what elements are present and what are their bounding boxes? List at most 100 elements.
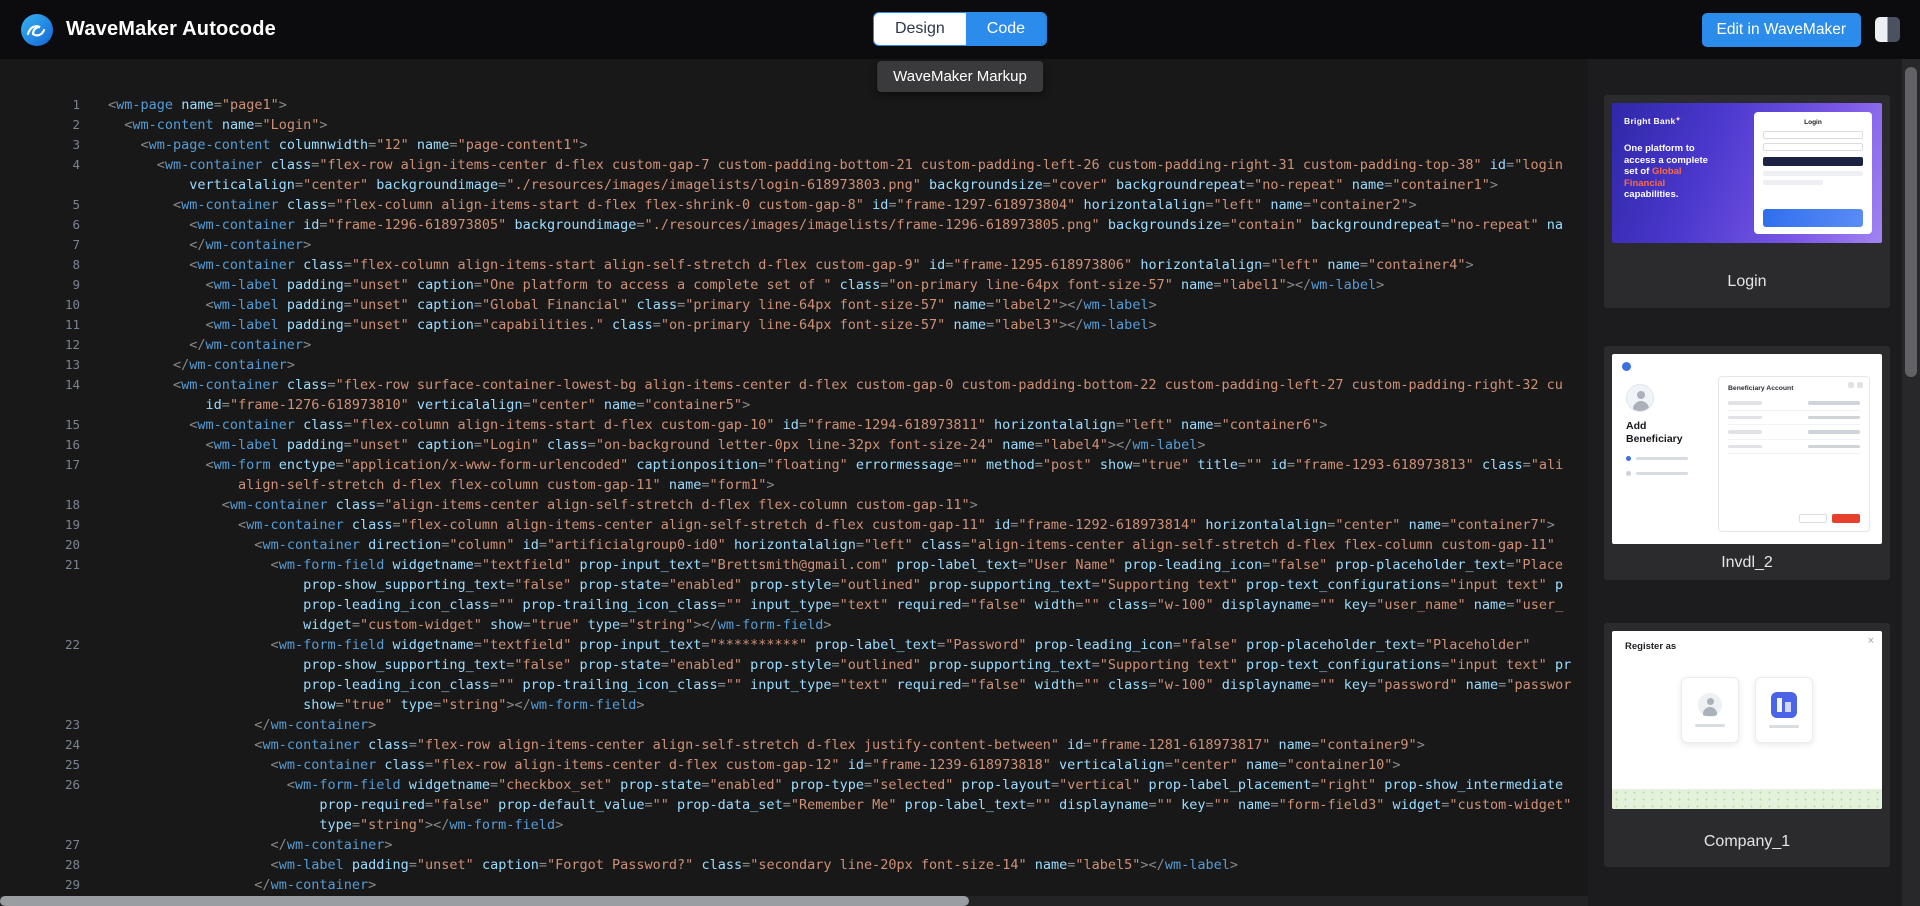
code-line[interactable]: 27</wm-container> [0, 835, 1588, 855]
horizontal-scrollbar[interactable] [0, 896, 1588, 906]
line-number: 10 [0, 295, 80, 315]
code-text: <wm-container class="flex-row align-item… [108, 735, 1425, 755]
preview-banner [1763, 209, 1863, 227]
code-line[interactable]: 7 </wm-container> [0, 235, 1588, 255]
individual-card [1681, 677, 1739, 743]
line-number: 24 [0, 735, 80, 755]
code-line[interactable]: prop-show_supporting_text="false" prop-s… [0, 655, 1588, 675]
brand: WaveMaker Autocode [20, 13, 276, 47]
code-line[interactable]: 11<wm-label padding="unset" caption="cap… [0, 315, 1588, 335]
line-number: 13 [0, 355, 80, 375]
beneficiary-account-panel: Beneficiary Account [1718, 376, 1870, 532]
code-line[interactable]: 15<wm-container class="flex-column align… [0, 415, 1588, 435]
code-line[interactable]: verticalalign="center" backgroundimage="… [0, 175, 1588, 195]
code-text: <wm-container class="flex-row align-item… [108, 155, 1563, 175]
line-number: 17 [0, 455, 80, 475]
code-line[interactable]: 23</wm-container> [0, 715, 1588, 735]
app-title: WaveMaker Autocode [66, 18, 276, 41]
theme-toggle-icon[interactable] [1875, 17, 1900, 42]
code-line[interactable]: prop-leading_icon_class="" prop-trailing… [0, 675, 1588, 695]
code-text: <wm-container direction="column" id="art… [108, 535, 1563, 555]
line-number [0, 795, 80, 815]
code-editor[interactable]: 1<wm-page name="page1">2<wm-content name… [0, 59, 1588, 906]
code-line[interactable]: 20<wm-container direction="column" id="a… [0, 535, 1588, 555]
preview-cancel-button [1799, 514, 1827, 523]
code-line[interactable]: 19<wm-container class="flex-column align… [0, 515, 1588, 535]
wavemaker-logo-icon [20, 13, 54, 47]
register-as-title: Register as [1625, 641, 1676, 652]
code-line[interactable]: 16<wm-label padding="unset" caption="Log… [0, 435, 1588, 455]
code-line[interactable]: prop-leading_icon_class="" prop-trailing… [0, 595, 1588, 615]
line-number: 9 [0, 275, 80, 295]
code-line[interactable]: show="true" type="string"></wm-form-fiel… [0, 695, 1588, 715]
vertical-scrollbar[interactable] [1902, 59, 1920, 906]
code-line[interactable]: 1<wm-page name="page1"> [0, 95, 1588, 115]
code-tab[interactable]: Code [966, 13, 1046, 45]
code-line[interactable]: 5<wm-container class="flex-column align-… [0, 195, 1588, 215]
line-number [0, 595, 80, 615]
code-line[interactable]: 26<wm-form-field widgetname="checkbox_se… [0, 775, 1588, 795]
code-text: prop-show_supporting_text="false" prop-s… [108, 655, 1571, 675]
code-line[interactable]: 14<wm-container class="flex-row surface-… [0, 375, 1588, 395]
step-row [1626, 456, 1716, 461]
pages-panel: Bright Bank✦ One platform to access a co… [1588, 59, 1920, 906]
code-line[interactable]: type="string"></wm-form-field> [0, 815, 1588, 835]
code-text: <wm-form-field widgetname="textfield" pr… [108, 555, 1563, 575]
design-tab[interactable]: Design [874, 13, 966, 45]
sidebar-item-login[interactable]: Bright Bank✦ One platform to access a co… [1604, 95, 1890, 308]
code-text: <wm-form-field widgetname="checkbox_set"… [108, 775, 1563, 795]
login-form-preview: Login [1754, 112, 1872, 234]
code-line[interactable]: 25<wm-container class="flex-row align-it… [0, 755, 1588, 775]
code-line[interactable]: 8<wm-container class="flex-column align-… [0, 255, 1588, 275]
code-text: prop-required="false" prop-default_value… [108, 795, 1571, 815]
code-line[interactable]: prop-required="false" prop-default_value… [0, 795, 1588, 815]
close-icon: × [1868, 635, 1874, 647]
code-line[interactable]: prop-show_supporting_text="false" prop-s… [0, 575, 1588, 595]
line-number: 25 [0, 755, 80, 775]
code-line[interactable]: 17 <wm-form enctype="application/x-www-fo… [0, 455, 1588, 475]
code-line[interactable]: 22<wm-form-field widgetname="textfield" … [0, 635, 1588, 655]
code-line[interactable]: 2<wm-content name="Login"> [0, 115, 1588, 135]
line-number [0, 615, 80, 635]
code-line[interactable]: align-self-stretch d-flex flex-column cu… [0, 475, 1588, 495]
code-line[interactable]: 18<wm-container class="align-items-cente… [0, 495, 1588, 515]
top-bar-right: Edit in WaveMaker [1702, 13, 1901, 47]
edit-in-wavemaker-button[interactable]: Edit in WaveMaker [1702, 13, 1862, 47]
code-text: type="string"></wm-form-field> [108, 815, 563, 835]
code-line[interactable]: 28<wm-label padding="unset" caption="For… [0, 855, 1588, 875]
line-number: 8 [0, 255, 80, 275]
horizontal-scrollbar-thumb[interactable] [0, 896, 969, 906]
code-line[interactable]: 29</wm-container> [0, 875, 1588, 895]
code-text: <wm-content name="Login"> [108, 115, 328, 135]
brand-text: Bright Bank✦ [1624, 116, 1681, 126]
code-line[interactable]: 6<wm-container id="frame-1296-618973805"… [0, 215, 1588, 235]
line-number: 3 [0, 135, 80, 155]
code-line[interactable]: 24 <wm-container class="flex-row align-it… [0, 735, 1588, 755]
sidebar-item-company-1[interactable]: Register as × Company_1 [1604, 623, 1890, 867]
code-line[interactable]: 4<wm-container class="flex-row align-ite… [0, 155, 1588, 175]
sidebar-item-invdl-2[interactable]: Add Beneficiary Beneficiary Account [1604, 346, 1890, 580]
code-line[interactable]: 13</wm-container> [0, 355, 1588, 375]
line-number: 7 [0, 235, 80, 255]
vertical-scrollbar-thumb[interactable] [1905, 67, 1917, 377]
code-line[interactable]: widget="custom-widget" show="true" type=… [0, 615, 1588, 635]
code-text: </wm-container> [108, 235, 311, 255]
code-line[interactable]: id="frame-1276-618973810" verticalalign=… [0, 395, 1588, 415]
step-text-placeholder [1636, 472, 1688, 476]
line-number: 15 [0, 415, 80, 435]
code-text: <wm-container class="flex-row surface-co… [108, 375, 1563, 395]
step-dot-icon [1626, 471, 1631, 476]
code-line[interactable]: 21<wm-form-field widgetname="textfield" … [0, 555, 1588, 575]
code-line[interactable]: 9<wm-label padding="unset" caption="One … [0, 275, 1588, 295]
code-text: </wm-container> [108, 335, 311, 355]
code-text: <wm-form enctype="application/x-www-form… [108, 455, 1563, 475]
code-line[interactable]: 3<wm-page-content columnwidth="12" name=… [0, 135, 1588, 155]
add-beneficiary-title: Add Beneficiary [1626, 420, 1716, 446]
card-text-placeholder [1769, 725, 1799, 729]
code-text: <wm-form-field widgetname="textfield" pr… [108, 635, 1531, 655]
code-line[interactable]: 10<wm-label padding="unset" caption="Glo… [0, 295, 1588, 315]
code-line[interactable]: 12</wm-container> [0, 335, 1588, 355]
code-text: <wm-label padding="unset" caption="Forgo… [108, 855, 1238, 875]
line-number [0, 575, 80, 595]
building-icon [1771, 692, 1797, 718]
